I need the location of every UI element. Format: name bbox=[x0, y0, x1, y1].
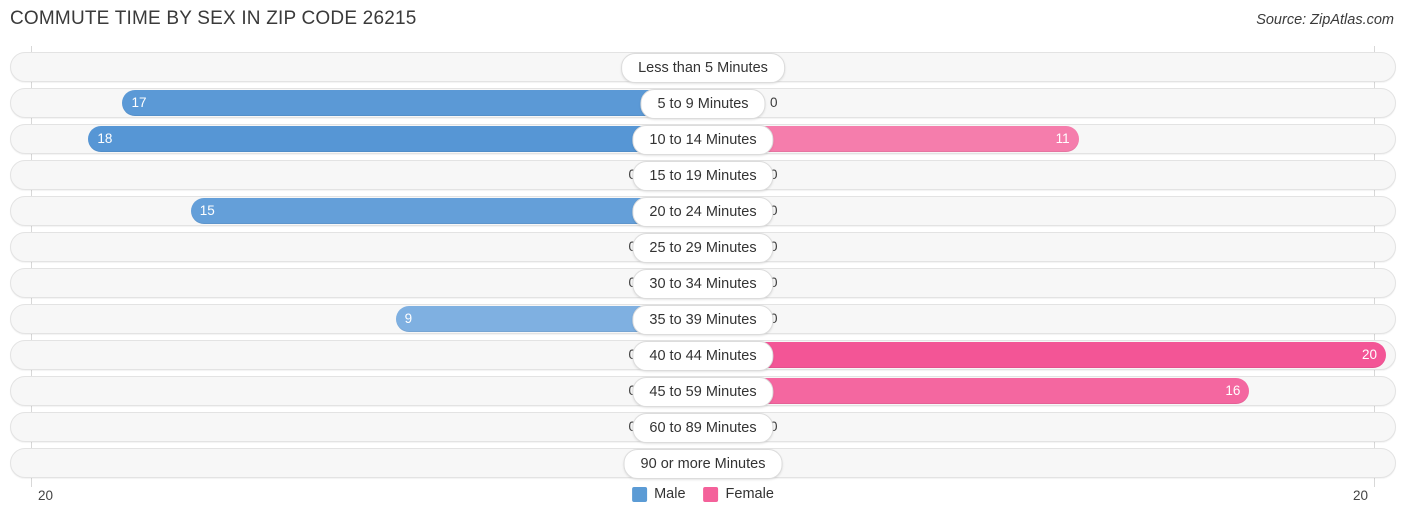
category-label-pill: 20 to 24 Minutes bbox=[632, 197, 774, 227]
chart-legend: Male Female bbox=[632, 486, 774, 502]
category-label-pill: 10 to 14 Minutes bbox=[632, 125, 774, 155]
legend-label-female: Female bbox=[725, 486, 774, 502]
table-row: 0015 to 19 Minutes bbox=[10, 160, 1396, 191]
table-row: 17 0 5 to 9 Minutes bbox=[10, 88, 1396, 119]
male-value-label: 15 bbox=[199, 203, 215, 218]
table-row: 02040 to 44 Minutes bbox=[10, 340, 1396, 371]
category-label-pill: 45 to 59 Minutes bbox=[632, 377, 774, 407]
category-label-pill: 25 to 29 Minutes bbox=[632, 233, 774, 263]
axis-tick-left: 20 bbox=[38, 488, 54, 503]
female-value-label: 11 bbox=[1055, 131, 1070, 146]
female-value-label: 20 bbox=[1361, 347, 1377, 362]
category-label-pill: 30 to 34 Minutes bbox=[632, 269, 774, 299]
male-bar[interactable]: 17 bbox=[122, 90, 703, 116]
male-value-label: 17 bbox=[131, 95, 147, 110]
category-label-pill: 90 or more Minutes bbox=[623, 449, 783, 479]
male-value-label: 9 bbox=[404, 311, 413, 326]
chart-footer: 20 20 Male Female bbox=[0, 478, 1406, 522]
female-bar[interactable]: 20 bbox=[703, 342, 1386, 368]
male-bar[interactable]: 18 bbox=[88, 126, 703, 152]
male-color-swatch bbox=[632, 486, 648, 502]
legend-item-female[interactable]: Female bbox=[703, 486, 774, 502]
category-label-pill: Less than 5 Minutes bbox=[621, 53, 785, 83]
category-label-pill: 35 to 39 Minutes bbox=[632, 305, 774, 335]
legend-label-male: Male bbox=[654, 486, 686, 502]
female-value-label: 16 bbox=[1225, 383, 1241, 398]
table-row: 01645 to 59 Minutes bbox=[10, 376, 1396, 407]
axis-tick-right: 20 bbox=[1352, 488, 1368, 503]
category-label-pill: 15 to 19 Minutes bbox=[632, 161, 774, 191]
chart-plot-area: 00Less than 5 Minutes 17 0 5 to 9 Minutes 18… bbox=[0, 46, 1406, 487]
male-bar[interactable]: 15 bbox=[190, 198, 703, 224]
table-row: 18 11 10 to 14 Minutes bbox=[10, 124, 1396, 155]
legend-item-male[interactable]: Male bbox=[632, 486, 686, 502]
female-value-label: 0 bbox=[770, 95, 778, 110]
table-row: 0090 or more Minutes bbox=[10, 448, 1396, 479]
table-row: 0025 to 29 Minutes bbox=[10, 232, 1396, 263]
table-row: 00Less than 5 Minutes bbox=[10, 52, 1396, 83]
page-title: COMMUTE TIME BY SEX IN ZIP CODE 26215 bbox=[10, 8, 417, 29]
female-color-swatch bbox=[703, 486, 719, 502]
table-row: 9 0 35 to 39 Minutes bbox=[10, 304, 1396, 335]
category-label-pill: 5 to 9 Minutes bbox=[640, 89, 766, 119]
table-row: 15 0 20 to 24 Minutes bbox=[10, 196, 1396, 227]
chart-header: COMMUTE TIME BY SEX IN ZIP CODE 26215 So… bbox=[0, 0, 1406, 40]
category-label-pill: 60 to 89 Minutes bbox=[632, 413, 774, 443]
table-row: 0030 to 34 Minutes bbox=[10, 268, 1396, 299]
male-value-label: 18 bbox=[97, 131, 113, 146]
table-row: 0060 to 89 Minutes bbox=[10, 412, 1396, 443]
category-label-pill: 40 to 44 Minutes bbox=[632, 341, 774, 371]
female-bar[interactable]: 16 bbox=[703, 378, 1250, 404]
source-attribution: Source: ZipAtlas.com bbox=[1256, 12, 1394, 28]
